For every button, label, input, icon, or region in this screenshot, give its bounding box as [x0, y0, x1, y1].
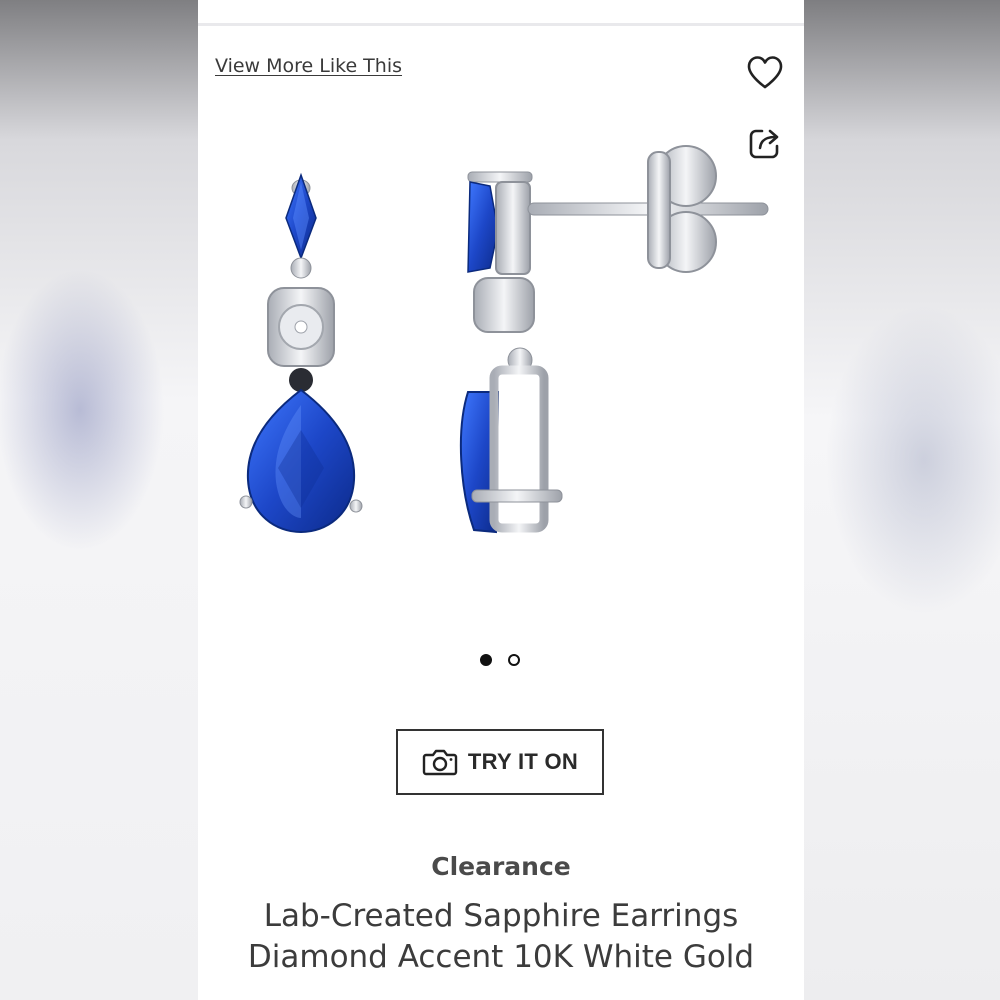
try-it-on-button[interactable]: TRY IT ON [396, 729, 604, 795]
heart-outline-icon [747, 56, 783, 89]
product-image-earrings [239, 145, 769, 534]
carousel-indicator [478, 654, 526, 670]
camera-icon [422, 749, 458, 776]
favorite-button[interactable] [746, 54, 784, 92]
carousel-dot-1[interactable] [480, 654, 492, 666]
earring-side-view [459, 145, 769, 534]
product-title-line-2: Diamond Accent 10K White Gold [247, 939, 755, 975]
view-more-like-this-link[interactable]: View More Like This [215, 55, 402, 77]
header-divider [198, 23, 804, 26]
background-blur-right [804, 0, 1000, 1000]
clearance-badge: Clearance [431, 852, 571, 881]
background-blur-left [0, 0, 198, 1000]
earring-front-view [239, 172, 363, 534]
product-title-line-1: Lab-Created Sapphire Earrings [263, 898, 739, 934]
product-page: View More Like This TRY IT ON Clearance … [198, 0, 804, 1000]
product-title: Lab-Created Sapphire Earrings Diamond Ac… [198, 896, 804, 978]
try-it-on-label: TRY IT ON [467, 749, 579, 774]
carousel-dot-2[interactable] [508, 654, 520, 666]
